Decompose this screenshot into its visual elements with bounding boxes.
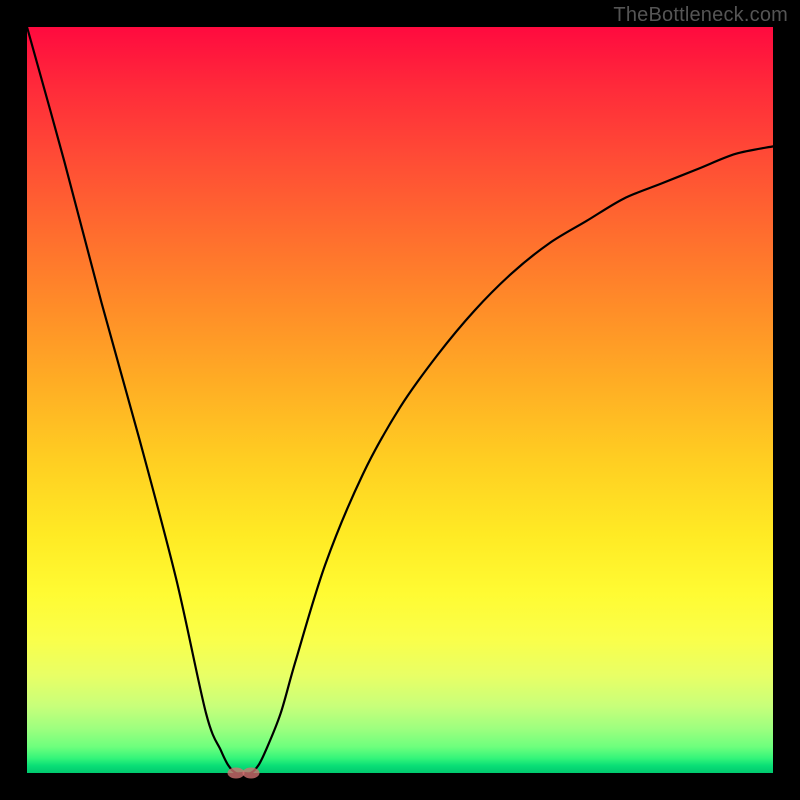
chart-frame: TheBottleneck.com xyxy=(0,0,800,800)
data-marker xyxy=(242,768,259,779)
plot-area xyxy=(27,27,773,773)
watermark-text: TheBottleneck.com xyxy=(613,4,788,27)
bottleneck-curve xyxy=(27,27,773,773)
